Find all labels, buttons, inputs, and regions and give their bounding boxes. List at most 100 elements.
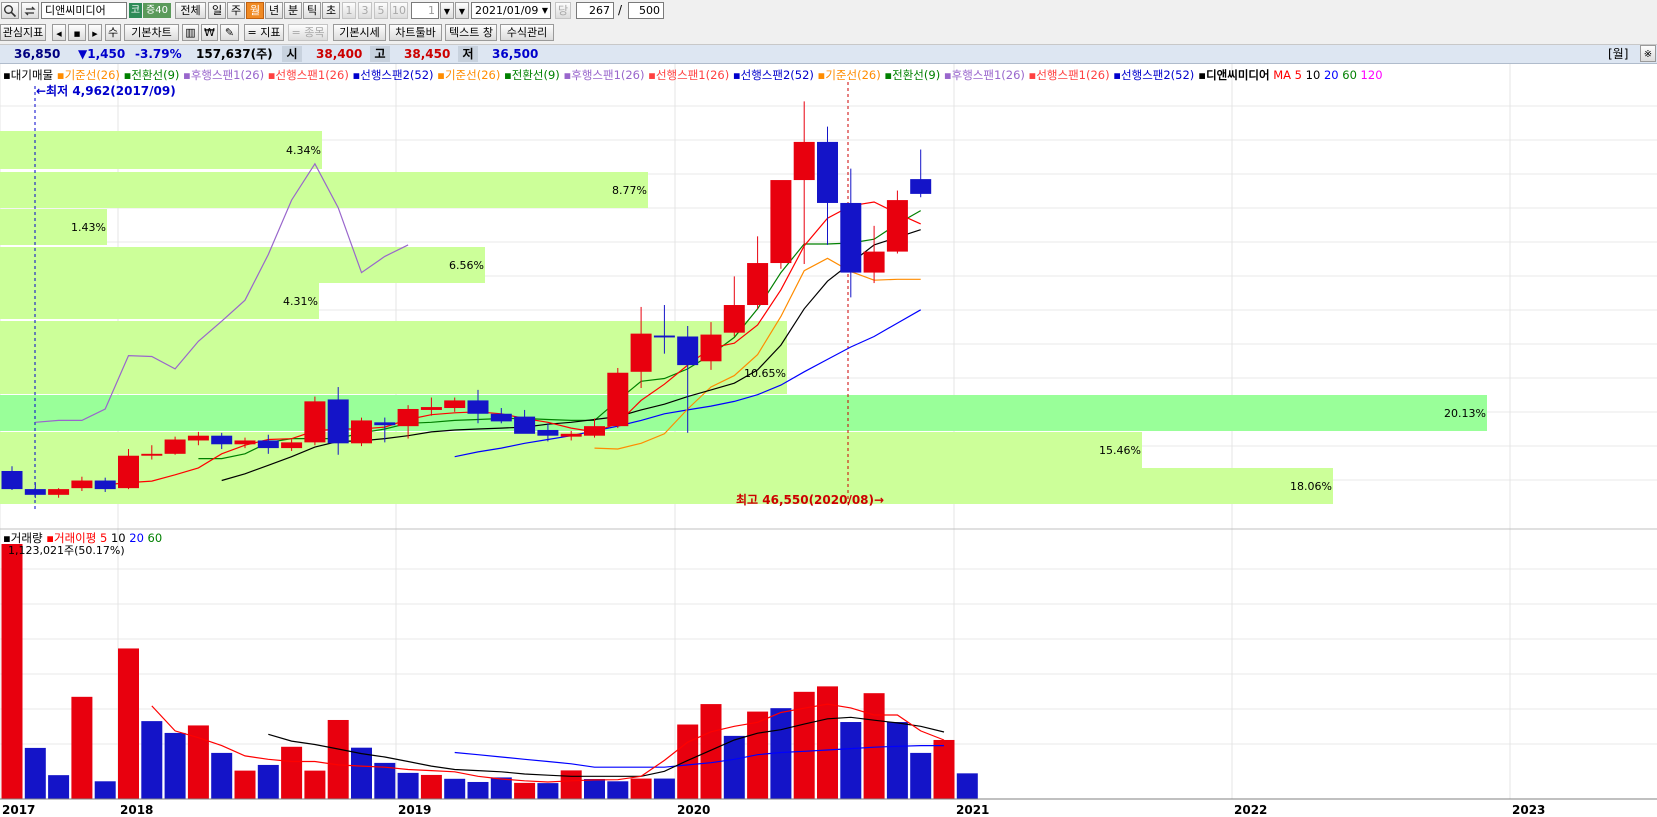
- swap-icon: [24, 6, 36, 16]
- period-minute-button[interactable]: 분: [284, 2, 302, 19]
- interval-dropdown-button[interactable]: ▼: [440, 2, 454, 19]
- scroll-left-button[interactable]: ◀: [52, 24, 66, 41]
- candle-body: [257, 440, 279, 449]
- period-week-button[interactable]: 주: [227, 2, 245, 19]
- settings-button[interactable]: ※: [1640, 45, 1656, 62]
- candle-body: [910, 179, 932, 194]
- interval-1-button[interactable]: 1: [342, 2, 356, 19]
- x-axis-label: 2019: [398, 803, 431, 817]
- formula-manage-button[interactable]: 수식관리: [500, 24, 554, 41]
- period-tag: [월]: [1608, 47, 1629, 61]
- wrench-icon: ✎: [224, 26, 235, 39]
- square-icon: ■: [73, 30, 81, 38]
- period-year-button[interactable]: 년: [265, 2, 283, 19]
- chart-toolbar-bottom: 관심지표 ◀ ■ ▶ 수 기본차트 ▥ ₩ ✎ = 지표 = 종목 기본시세 차…: [0, 22, 1657, 45]
- legend-entry: ▪디앤씨미디어: [1194, 68, 1269, 82]
- period-second-button[interactable]: 초: [322, 2, 340, 19]
- candle-body: [1, 470, 23, 490]
- period-month-button[interactable]: 월: [246, 2, 264, 19]
- volume-profile-band: [0, 395, 1487, 431]
- volume-bar: [304, 770, 326, 799]
- candle-body: [351, 420, 372, 444]
- open-label: 시: [282, 46, 302, 62]
- candle-body: [700, 334, 722, 362]
- legend-entry: 120: [1357, 68, 1383, 82]
- tools-button[interactable]: ✎: [220, 24, 239, 41]
- candle-body: [211, 435, 233, 445]
- candle-type-button[interactable]: ▥: [182, 24, 199, 41]
- legend-entry: ▪후행스팬1(26): [179, 68, 264, 82]
- when-button[interactable]: 당: [555, 2, 571, 19]
- candle-body: [793, 141, 815, 181]
- scroll-stop-button[interactable]: ■: [68, 24, 86, 41]
- candle-body: [560, 433, 582, 437]
- chart-toolbar-button[interactable]: 차트툴바: [389, 24, 442, 41]
- refresh-icon-button[interactable]: [21, 2, 39, 19]
- volume-max-annotation: 1,123,021주(50.17%): [8, 544, 125, 557]
- interval-5-button[interactable]: 5: [374, 2, 388, 19]
- candle-body: [840, 202, 862, 273]
- volume-profile-label: 15.46%: [1099, 444, 1141, 457]
- volume-profile-label: 18.06%: [1290, 480, 1332, 493]
- open-price: 38,400: [316, 47, 363, 61]
- candle-body: [141, 453, 163, 456]
- won-unit-button[interactable]: ₩: [201, 24, 218, 41]
- interest-indicator-button[interactable]: 관심지표: [0, 24, 46, 41]
- date-prev-button[interactable]: ▼: [455, 2, 469, 19]
- volume-profile-label: 4.34%: [286, 144, 321, 157]
- basic-chart-button[interactable]: 기본차트: [124, 24, 179, 41]
- interval-select[interactable]: 1: [411, 2, 439, 19]
- legend-entry: ▪선행스팬1(26): [1025, 68, 1110, 82]
- trade-volume: 157,637(주): [196, 47, 273, 61]
- total-input[interactable]: 500: [628, 2, 664, 19]
- candle-body: [374, 422, 396, 426]
- volume-bar: [187, 725, 209, 799]
- search-icon-button[interactable]: [1, 2, 19, 19]
- candle-icon: ▥: [185, 26, 196, 39]
- chevron-down-icon: ▼: [458, 7, 466, 16]
- date-input[interactable]: 2021/01/09 ▼: [471, 2, 551, 19]
- scroll-right-button[interactable]: ▶: [88, 24, 102, 41]
- volume-bar: [490, 777, 512, 799]
- volume-profile-label: 6.56%: [449, 259, 484, 272]
- candle: [304, 396, 326, 446]
- volume-profile-label: 4.31%: [283, 295, 318, 308]
- number-button[interactable]: 수: [105, 24, 121, 41]
- text-window-button[interactable]: 텍스트 창: [445, 24, 497, 41]
- stock-name-input[interactable]: 디앤씨미디어: [41, 2, 127, 19]
- volume-bar: [560, 770, 582, 799]
- period-day-button[interactable]: 일: [208, 2, 226, 19]
- volume-bar: [677, 724, 699, 799]
- legend-entry: ▪전환선(9): [500, 68, 559, 82]
- high-price: 38,450: [404, 47, 451, 61]
- gear-icon: ※: [1643, 49, 1653, 60]
- candle-body: [397, 408, 419, 427]
- x-axis-label: 2020: [677, 803, 710, 817]
- volume-profile-band: [0, 247, 485, 283]
- margin-badge: 증40: [143, 3, 171, 18]
- stock-chart[interactable]: 4.34%8.77%1.43%6.56%4.31%10.65%20.13%15.…: [0, 64, 1657, 817]
- basic-quote-button[interactable]: 기본시세: [333, 24, 386, 41]
- x-axis-label: 2022: [1234, 803, 1267, 817]
- item-button[interactable]: = 종목: [288, 24, 328, 41]
- legend-entry: 20: [1320, 68, 1338, 82]
- interval-3-button[interactable]: 3: [358, 2, 372, 19]
- candle-body: [118, 455, 139, 489]
- legend-entry: ▪선행스팬2(52): [1110, 68, 1195, 82]
- volume-bar: [257, 764, 279, 799]
- indicator-button[interactable]: = 지표: [244, 24, 284, 41]
- low-label: 저: [458, 46, 478, 62]
- volume-profile-band: [0, 131, 322, 169]
- interval-10-button[interactable]: 10: [390, 2, 408, 19]
- period-tick-button[interactable]: 틱: [303, 2, 321, 19]
- triangle-left-icon: ◀: [56, 30, 62, 38]
- candle-body: [281, 442, 303, 449]
- candle-body: [537, 429, 559, 436]
- period-all-button[interactable]: 전체: [175, 2, 206, 19]
- triangle-right-icon: ▶: [92, 30, 98, 38]
- candle-body: [886, 200, 908, 252]
- count-input[interactable]: 267: [576, 2, 614, 19]
- volume-bar: [118, 648, 139, 799]
- volume-bar: [956, 773, 978, 799]
- volume-profile-band: [0, 172, 648, 208]
